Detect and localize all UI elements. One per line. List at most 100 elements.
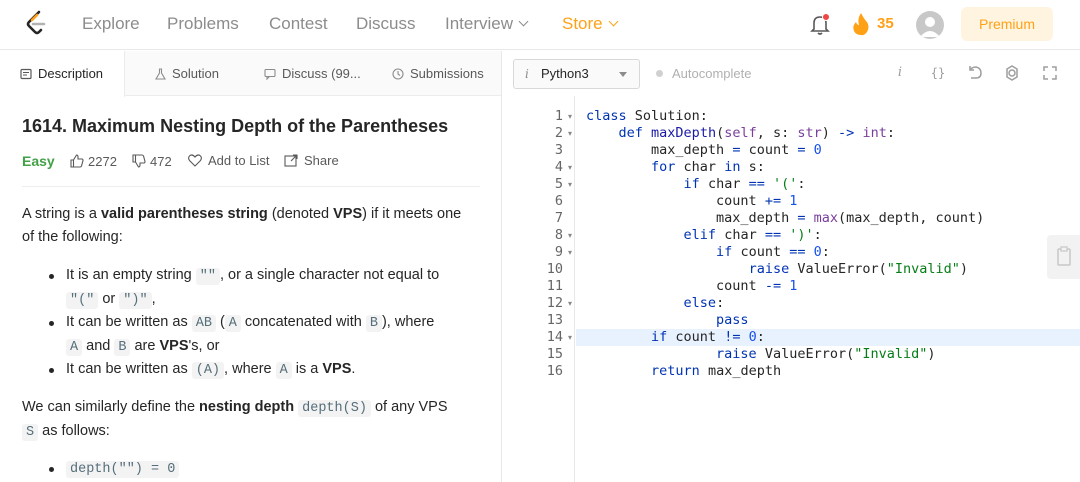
bold-text: VPS (159, 338, 189, 354)
user-icon (920, 17, 940, 37)
code-line[interactable]: return max_depth (586, 363, 781, 380)
side-panel-toggle[interactable] (1047, 235, 1080, 279)
code-line[interactable]: count -= 1 (586, 278, 797, 295)
code-token: raise (748, 261, 790, 277)
share-button[interactable]: Share (284, 152, 339, 170)
code-line[interactable]: max_depth = count = 0 (586, 142, 822, 159)
code-token: 0 (748, 329, 757, 345)
text: It is an empty string (66, 267, 196, 283)
info-icon[interactable]: i (890, 63, 910, 83)
braces-icon[interactable]: {} (928, 63, 948, 83)
tab-submissions[interactable]: Submissions (392, 51, 484, 96)
code-token: return (651, 363, 700, 379)
chevron-down-icon (608, 16, 619, 27)
code-token: ValueError( (756, 346, 855, 362)
list-item: It is an empty string "", or a single ch… (49, 264, 482, 312)
fullscreen-icon[interactable] (1040, 63, 1060, 83)
line-number-gutter: 1 ▾ 2 ▾ 3 4 ▾ 5 ▾ 6 7 8 ▾ 9 ▾ 10 11 12 ▾ 13 14 ▾… (513, 96, 575, 482)
code-line[interactable]: if count != 0: (586, 329, 765, 346)
tab-description[interactable]: Description (0, 51, 125, 97)
tab-solution-label: Solution (172, 66, 219, 81)
code-token: count (740, 142, 798, 158)
tab-solution[interactable]: Solution (155, 51, 219, 96)
dislike-button[interactable]: 472 (132, 152, 172, 171)
line-number: 12 (546, 295, 563, 311)
code-line[interactable]: raise ValueError("Invalid") (586, 261, 968, 278)
code-token: : (716, 295, 725, 311)
code-token: : (886, 125, 895, 141)
code-input[interactable]: class Solution: def maxDepth(self, s: st… (576, 96, 1080, 482)
fold-icon[interactable]: ▾ (568, 329, 574, 346)
line-number: 2 (554, 125, 563, 141)
top-nav: Explore Problems Contest Discuss Intervi… (0, 0, 1080, 50)
code-line[interactable]: def maxDepth(self, s: str) -> int: (586, 125, 895, 142)
inline-code: B (365, 315, 382, 332)
line-number: 15 (546, 346, 563, 362)
tab-description-label: Description (38, 66, 104, 81)
premium-button[interactable]: Premium (961, 7, 1053, 41)
code-line[interactable]: pass (586, 312, 749, 329)
gear-icon[interactable] (1002, 63, 1022, 83)
editor-toolbar: i Python3 Autocomplete i {} (503, 51, 1080, 96)
fold-icon[interactable]: ▾ (568, 159, 574, 176)
code-token: in (724, 159, 741, 175)
nav-store[interactable]: Store (562, 14, 619, 34)
language-select[interactable]: i Python3 (513, 59, 640, 89)
code-token: if (683, 176, 700, 192)
nav-explore[interactable]: Explore (82, 14, 140, 34)
like-button[interactable]: 2272 (70, 152, 117, 171)
fire-icon[interactable] (852, 12, 870, 36)
text: , where (224, 361, 276, 377)
divider (22, 186, 480, 187)
fold-icon[interactable]: ▾ (568, 227, 574, 244)
fold-icon[interactable]: ▾ (568, 176, 574, 193)
reset-icon[interactable] (965, 63, 985, 83)
tab-discuss[interactable]: Discuss (99... (264, 51, 361, 96)
fold-icon[interactable]: ▾ (568, 125, 574, 142)
code-line[interactable]: class Solution: (586, 108, 708, 125)
fold-icon[interactable]: ▾ (568, 244, 574, 261)
code-line[interactable]: raise ValueError("Invalid") (586, 346, 935, 363)
nav-problems[interactable]: Problems (167, 14, 239, 34)
leetcode-logo-icon[interactable] (24, 10, 50, 38)
bold-text: VPS (333, 206, 363, 222)
fold-icon[interactable]: ▾ (568, 108, 574, 125)
line-number: 11 (546, 278, 563, 294)
code-line[interactable]: for char in s: (586, 159, 765, 176)
bold-text: VPS (322, 361, 352, 377)
heart-icon (188, 154, 202, 167)
text: , or a single character not equal to (219, 267, 440, 283)
bold-text: valid parentheses string (100, 206, 268, 222)
inline-code: depth(S) (298, 400, 371, 417)
code-token: count (732, 244, 790, 260)
nav-contest[interactable]: Contest (269, 14, 328, 34)
code-line[interactable]: if count == 0: (586, 244, 830, 261)
code-line[interactable]: elif char == ')': (586, 227, 822, 244)
autocomplete-toggle[interactable]: Autocomplete (656, 66, 752, 81)
code-token: self (724, 125, 757, 141)
code-token: ) (821, 125, 839, 141)
code-line[interactable]: max_depth = max(max_depth, count) (586, 210, 984, 227)
code-token: = (797, 142, 806, 158)
code-line[interactable]: if char == '(': (586, 176, 806, 193)
code-token: ')' (789, 227, 814, 243)
fold-icon[interactable]: ▾ (568, 295, 574, 312)
nav-interview[interactable]: Interview (445, 14, 529, 34)
avatar[interactable] (916, 11, 944, 39)
add-to-list-button[interactable]: Add to List (188, 152, 269, 170)
code-token: else (683, 295, 717, 311)
streak-count[interactable]: 35 (877, 15, 894, 32)
code-token: count (667, 329, 725, 345)
code-line[interactable]: else: (586, 295, 725, 312)
nav-discuss[interactable]: Discuss (356, 14, 416, 34)
text: as follows: (38, 423, 110, 439)
code-token: ) (959, 261, 969, 277)
description-paragraph: A string is a valid parentheses string (… (22, 203, 477, 249)
code-line[interactable]: count += 1 (586, 193, 797, 210)
list-item: depth("") = 0 (49, 457, 482, 481)
